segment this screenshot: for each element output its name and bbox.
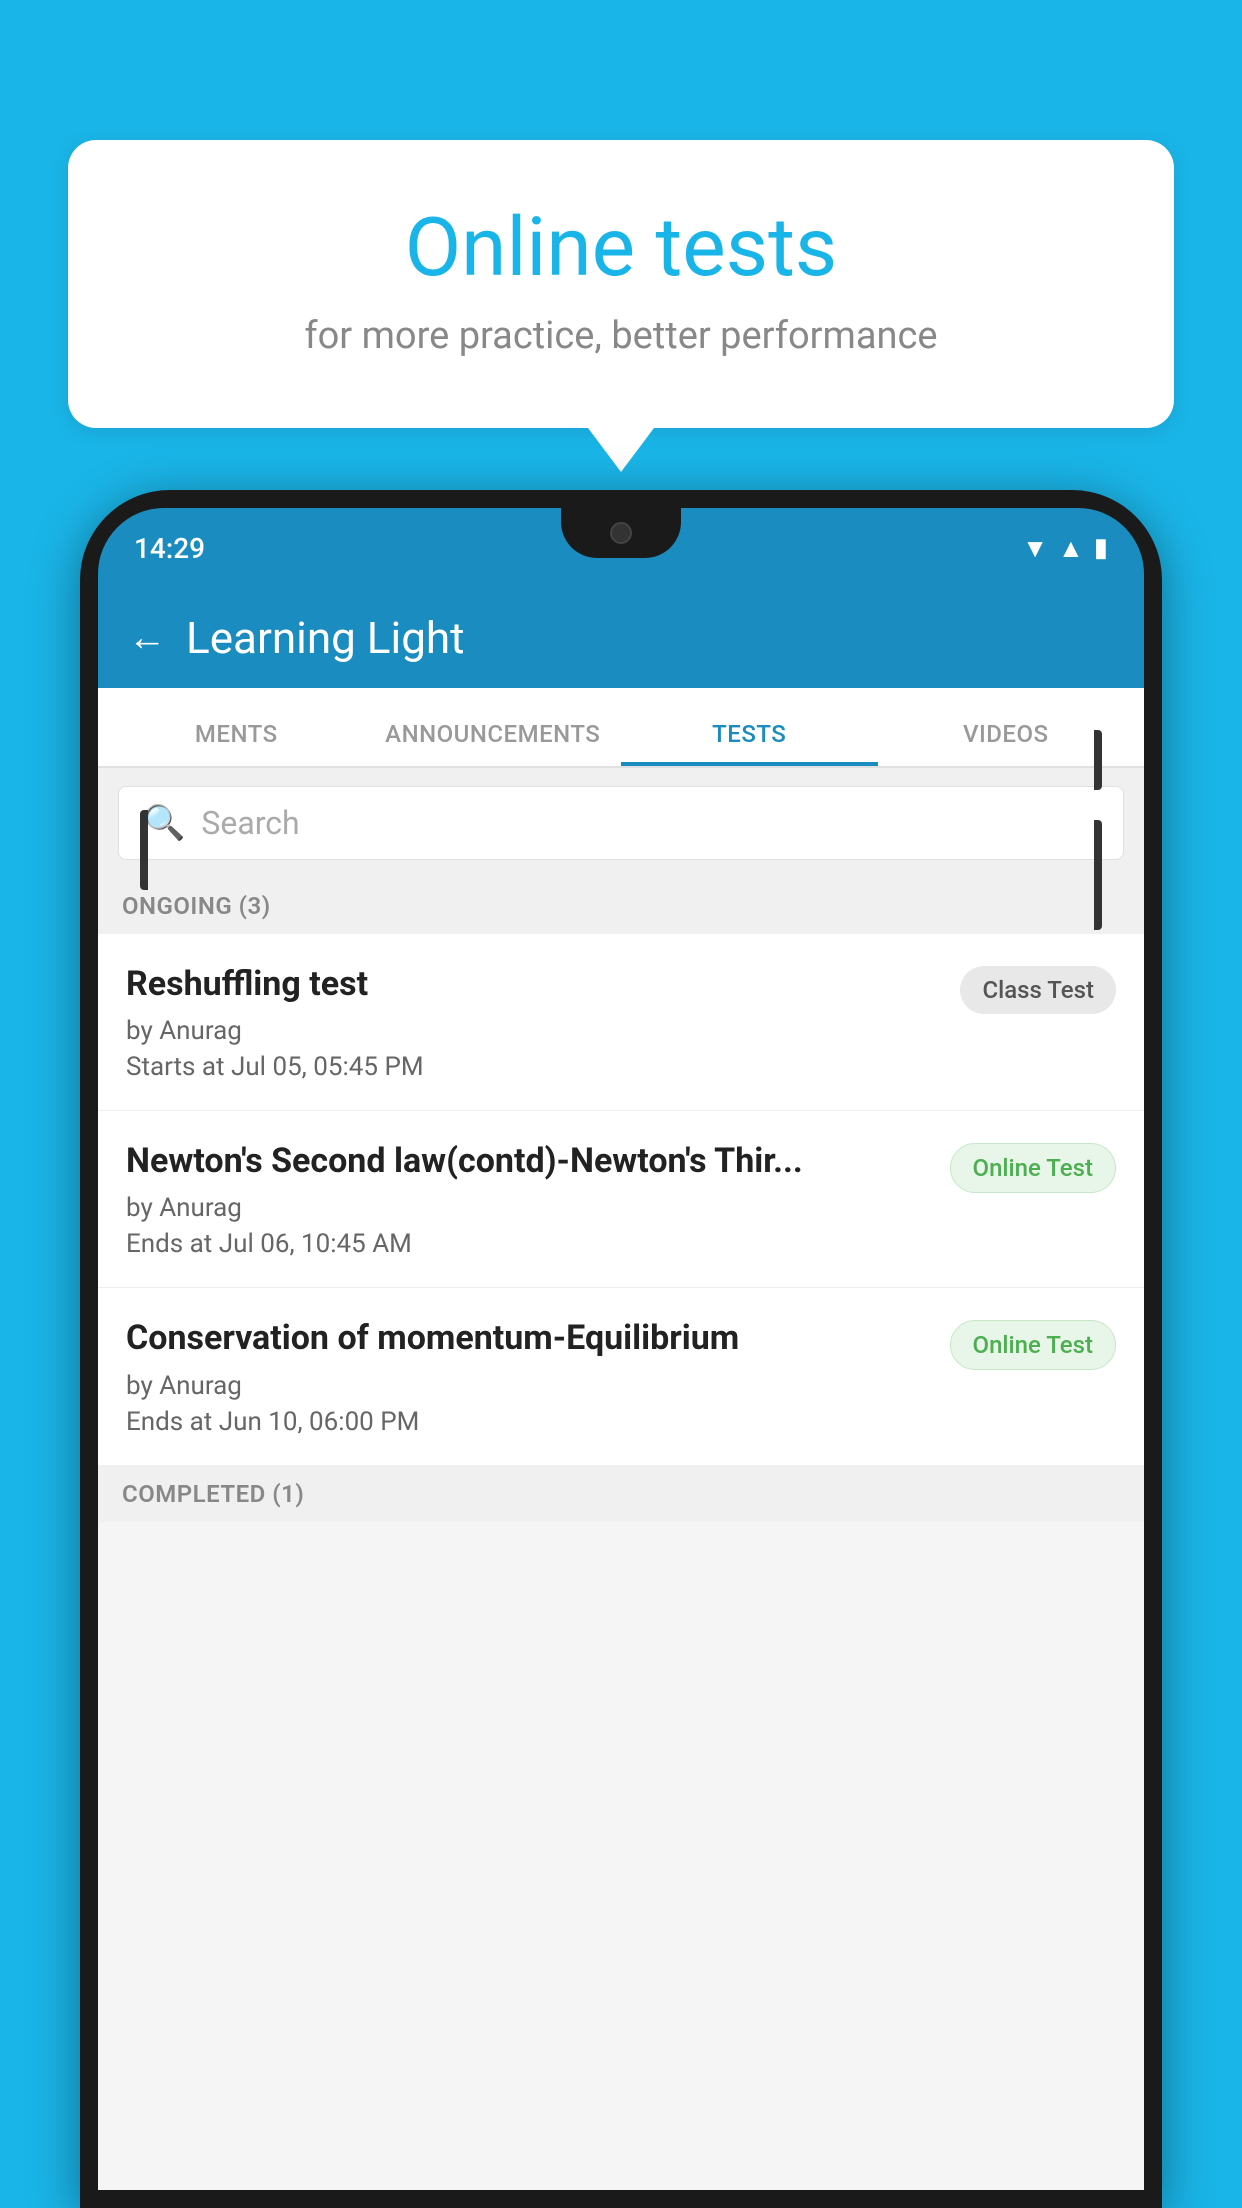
ongoing-label: ONGOING (3)	[122, 892, 271, 920]
phone-time: 14:29	[134, 532, 205, 565]
badge-class-1: Class Test	[960, 966, 1116, 1014]
speech-bubble-title: Online tests	[118, 200, 1124, 296]
test-time-1: Starts at Jul 05, 05:45 PM	[126, 1052, 944, 1082]
test-item-1[interactable]: Reshuffling test by Anurag Starts at Jul…	[98, 934, 1144, 1111]
tab-announcements[interactable]: ANNOUNCEMENTS	[365, 720, 622, 766]
tabs-bar: MENTS ANNOUNCEMENTS TESTS VIDEOS	[98, 688, 1144, 768]
phone-screen: ← Learning Light MENTS ANNOUNCEMENTS TES…	[98, 588, 1144, 2190]
test-item-3[interactable]: Conservation of momentum-Equilibrium by …	[98, 1288, 1144, 1465]
phone-notch	[561, 508, 681, 558]
app-header: ← Learning Light	[98, 588, 1144, 688]
test-author-2: by Anurag	[126, 1193, 934, 1223]
test-author-3: by Anurag	[126, 1371, 934, 1401]
speech-bubble: Online tests for more practice, better p…	[68, 140, 1174, 428]
status-bar: 14:29 ▼ ▲ ▮	[98, 508, 1144, 588]
search-placeholder: Search	[201, 804, 299, 842]
badge-online-3: Online Test	[950, 1320, 1116, 1370]
test-info-3: Conservation of momentum-Equilibrium by …	[126, 1316, 950, 1436]
tab-tests[interactable]: TESTS	[621, 720, 878, 766]
status-icons: ▼ ▲ ▮	[1022, 533, 1108, 564]
test-name-1: Reshuffling test	[126, 962, 944, 1006]
phone-camera	[610, 522, 632, 544]
phone-frame: 14:29 ▼ ▲ ▮ ← Learning Light MENTS ANNOU…	[80, 490, 1162, 2208]
phone-side-button-right-bottom	[1094, 820, 1102, 930]
completed-section-header: COMPLETED (1)	[98, 1466, 1144, 1522]
test-time-2: Ends at Jul 06, 10:45 AM	[126, 1229, 934, 1259]
speech-bubble-subtitle: for more practice, better performance	[118, 314, 1124, 358]
test-info-1: Reshuffling test by Anurag Starts at Jul…	[126, 962, 960, 1082]
search-bar[interactable]: 🔍 Search	[118, 786, 1124, 860]
battery-icon: ▮	[1094, 533, 1108, 563]
ongoing-section-header: ONGOING (3)	[98, 878, 1144, 934]
wifi-icon: ▼	[1022, 533, 1048, 564]
phone-side-button-left	[140, 810, 148, 890]
test-author-1: by Anurag	[126, 1016, 944, 1046]
test-item-2[interactable]: Newton's Second law(contd)-Newton's Thir…	[98, 1111, 1144, 1288]
search-container: 🔍 Search	[98, 768, 1144, 878]
back-button[interactable]: ←	[128, 616, 166, 660]
completed-label: COMPLETED (1)	[122, 1480, 304, 1508]
search-icon: 🔍	[143, 803, 185, 843]
badge-online-2: Online Test	[950, 1143, 1116, 1193]
test-time-3: Ends at Jun 10, 06:00 PM	[126, 1407, 934, 1437]
tab-ments[interactable]: MENTS	[108, 720, 365, 766]
test-name-3: Conservation of momentum-Equilibrium	[126, 1316, 934, 1360]
tests-list: Reshuffling test by Anurag Starts at Jul…	[98, 934, 1144, 1466]
test-name-2: Newton's Second law(contd)-Newton's Thir…	[126, 1139, 934, 1183]
test-info-2: Newton's Second law(contd)-Newton's Thir…	[126, 1139, 950, 1259]
app-title: Learning Light	[186, 612, 465, 664]
phone-side-button-right-top	[1094, 730, 1102, 790]
signal-icon: ▲	[1058, 533, 1084, 564]
